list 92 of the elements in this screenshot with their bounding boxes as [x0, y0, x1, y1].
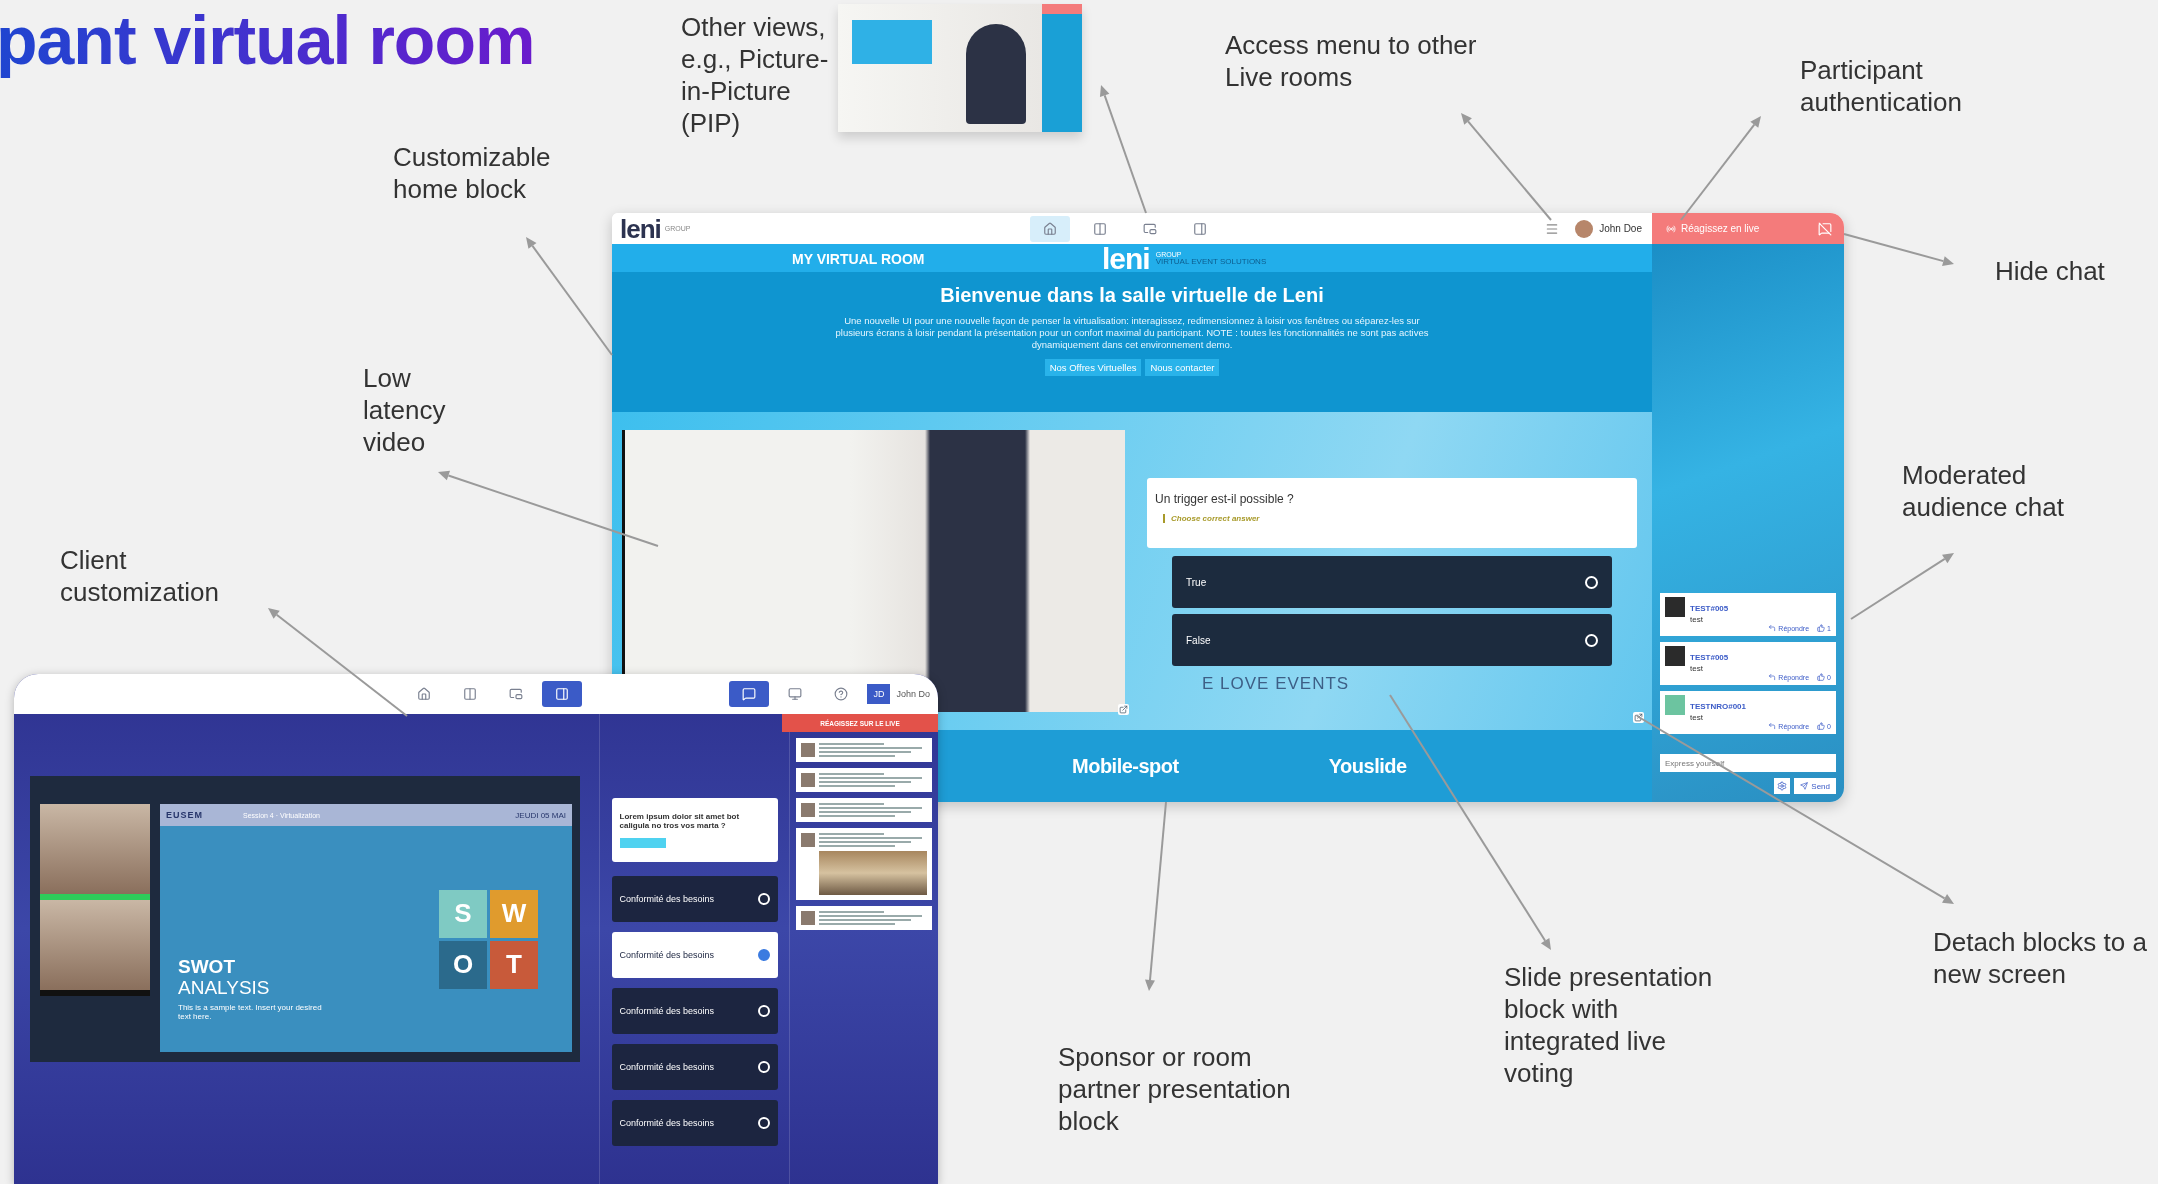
callout-label: Participant authentication	[1800, 55, 1963, 119]
settings-icon	[1777, 781, 1788, 791]
callout-label: Client customization	[60, 545, 220, 609]
thumbs-up-icon	[1817, 673, 1826, 681]
user-avatar	[801, 773, 815, 787]
swot-tile: O	[439, 940, 487, 989]
message-text: test	[1690, 664, 1704, 673]
detach-icon[interactable]	[1633, 712, 1644, 723]
callout-label: Sponsor or room partner presentation block	[1058, 1042, 1292, 1138]
reply-icon	[1768, 624, 1777, 632]
backdrop-text: E LOVE EVENTS	[1202, 674, 1350, 694]
callout-label: Other views, e.g., Picture-in-Picture (PIP)	[681, 12, 830, 140]
user-avatar	[1575, 219, 1594, 238]
broadcast-icon	[1666, 223, 1676, 234]
callout-label: Moderated audience chat	[1902, 460, 2065, 524]
user-avatar	[801, 833, 815, 847]
brand-tagline: VIRTUAL EVENT SOLUTIONS	[1155, 258, 1267, 268]
chat-icon	[742, 687, 757, 701]
callout-label: Access menu to other Live rooms	[1225, 30, 1478, 94]
user-name: John Do	[896, 689, 930, 699]
reply-icon	[1768, 722, 1777, 730]
radio-icon	[757, 1117, 770, 1129]
send-icon	[1800, 782, 1809, 790]
user-avatar	[801, 743, 815, 757]
slide-date: JEUDI 05 MAI	[515, 810, 566, 820]
message-author: TESTNRO#001	[1690, 702, 1747, 711]
callout-label: Low latency video	[363, 363, 447, 459]
callout-label: Customizable home block	[393, 142, 552, 206]
welcome-text: Une nouvelle UI pour une nouvelle façon de penser la virtualisation: interagissez, redimensionnez à loisir vos fenêtres ou séparez-les sur plusieurs écrans à loisir pendant la présentation pour un confort maximal du participant. NOTE : toutes les fonctionnalités ne sont pas actives dynamiquement dans cet environnement demo.	[834, 315, 1430, 351]
thumbs-up-icon	[1817, 624, 1826, 632]
detach-icon[interactable]	[1118, 704, 1129, 715]
vote-option[interactable]: Conformité des besoins	[611, 932, 778, 978]
radio-icon	[757, 949, 770, 961]
room-title: MY VIRTUAL ROOM	[791, 251, 926, 267]
poll-option[interactable]: False	[1172, 614, 1612, 666]
radio-icon	[1585, 633, 1598, 647]
welcome-title: Bienvenue dans la salle virtuelle de Leni	[940, 284, 1324, 307]
brand-wordmark: leni	[1102, 244, 1150, 274]
user-avatar	[801, 911, 815, 925]
monitor-icon	[788, 687, 803, 701]
sponsor-logo: Youslide	[1328, 754, 1407, 778]
settings-button[interactable]	[1774, 778, 1791, 794]
side-panel-icon	[555, 687, 569, 701]
external-link-icon	[1634, 713, 1643, 722]
callout-label: Hide chat	[1995, 256, 2106, 288]
vote-option[interactable]: Conformité des besoins	[611, 988, 778, 1034]
external-link-icon	[1119, 705, 1128, 714]
home-icon	[417, 687, 431, 701]
picture-in-picture-icon	[1143, 221, 1157, 236]
sponsor-logo: Mobile-spot	[1072, 754, 1179, 778]
thumbs-up-icon	[1817, 722, 1826, 730]
radio-icon	[757, 1005, 770, 1017]
slide-title: SWOT	[178, 957, 236, 978]
poll-option[interactable]: True	[1172, 556, 1612, 608]
message-text: test	[1690, 713, 1704, 722]
split-view-icon	[463, 687, 477, 701]
swot-tile: S	[439, 889, 487, 938]
split-view-icon	[1093, 221, 1107, 236]
swot-tile: W	[490, 889, 538, 938]
callout-label: Slide presentation block with integrated live voting	[1504, 962, 1714, 1090]
poll-question: Un trigger est-il possible ?	[1155, 492, 1295, 506]
panel-tab[interactable]	[729, 681, 770, 707]
slide-subtitle: ANALYSIS	[178, 978, 271, 999]
vote-option[interactable]: Conformité des besoins	[611, 1044, 778, 1090]
chat-off-icon	[1818, 221, 1832, 236]
swot-tile: T	[490, 940, 538, 989]
user-avatar	[801, 803, 815, 817]
slide-body-text: This is a sample text. Insert your desired text here.	[178, 1002, 323, 1021]
poll-hint: Choose correct answer	[1163, 514, 1629, 523]
picture-in-picture-icon	[509, 687, 523, 701]
slide-brand: EUSEM	[166, 810, 203, 820]
view-tab[interactable]	[542, 681, 582, 707]
message-author: TEST#005	[1690, 653, 1729, 662]
message-author: TEST#005	[1690, 604, 1729, 613]
user-name: John Doe	[1599, 223, 1642, 234]
vote-option[interactable]: Conformité des besoins	[611, 1100, 778, 1146]
view-tab[interactable]	[1030, 215, 1070, 242]
user-initials: JD	[867, 684, 891, 704]
help-icon	[834, 687, 849, 701]
question-text: Lorem ipsum dolor sit amet bot caligula no tros vos marta ?	[619, 812, 741, 830]
message-text: test	[1690, 615, 1704, 624]
vote-option[interactable]: Conformité des besoins	[611, 876, 778, 922]
menu-icon	[1545, 221, 1560, 236]
side-panel-icon	[1193, 221, 1207, 236]
radio-icon	[757, 1061, 770, 1073]
radio-icon	[757, 893, 770, 905]
callout-label: Detach blocks to a new screen	[1933, 927, 2148, 991]
logo-wordmark: leni	[620, 215, 661, 242]
radio-icon	[1585, 575, 1598, 589]
home-icon	[1043, 221, 1057, 236]
send-button[interactable]: Send	[1794, 778, 1836, 794]
reply-icon	[1768, 673, 1777, 681]
